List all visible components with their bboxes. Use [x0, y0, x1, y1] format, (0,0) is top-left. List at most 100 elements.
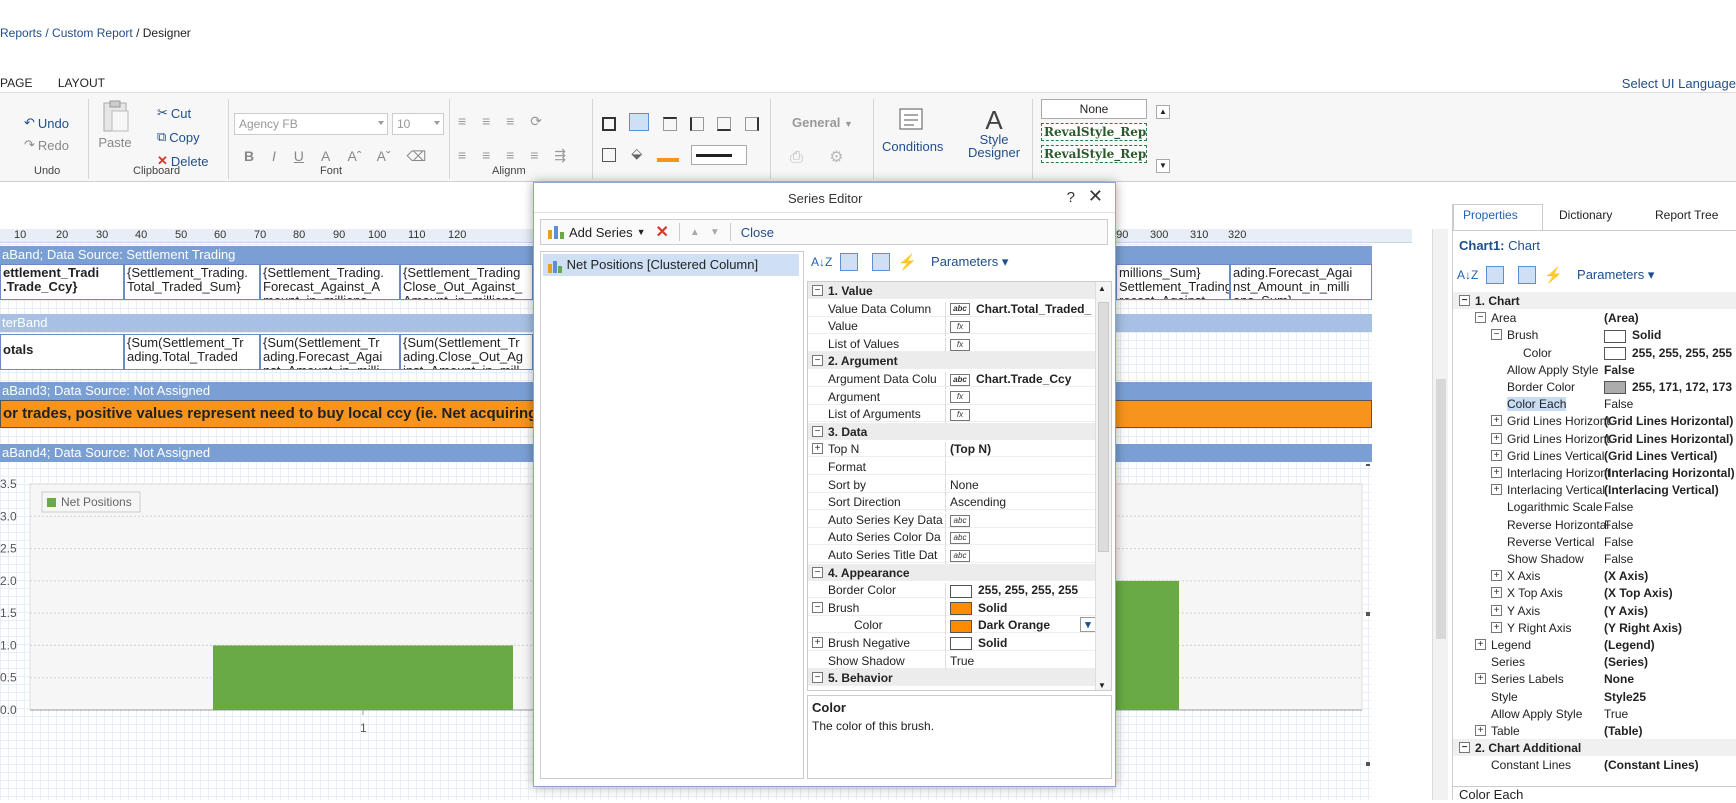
property-value[interactable]: fx [945, 319, 976, 337]
cell-sum-forecast[interactable]: {Sum(Settlement_Tr ading.Forecast_Agai n… [260, 334, 400, 370]
font-name-select[interactable]: Agency FB [234, 113, 388, 135]
property-value[interactable]: Solid [945, 600, 1007, 618]
wrap-icon[interactable]: ⇶ [554, 147, 566, 163]
style-gallery-item[interactable]: RevalStyle_Repo [1041, 145, 1147, 163]
scrollbar-thumb[interactable] [1098, 302, 1109, 552]
property-value[interactable]: abc [945, 548, 976, 565]
property-value[interactable]: fx [945, 407, 976, 425]
scroll-down-icon[interactable]: ▼ [1098, 681, 1106, 690]
property-row[interactable]: + Grid Lines Vertical (Grid Lines Vertical… [1453, 447, 1736, 464]
series-property-row[interactable]: −2. Argument [808, 352, 1098, 370]
property-row[interactable]: + Legend (Legend) [1453, 636, 1736, 653]
cell-total-traded[interactable]: {Settlement_Trading. Total_Traded_Sum} [124, 264, 260, 300]
series-property-row[interactable]: List of Arguments fx [808, 405, 1098, 425]
property-row[interactable]: + Interlacing Horizont (Interlacing Horizo… [1453, 464, 1736, 481]
property-value[interactable]: False [1604, 535, 1633, 549]
property-value[interactable]: (Grid Lines Horizontal) [1604, 414, 1733, 428]
expand-icon[interactable]: + [1491, 604, 1502, 616]
property-value[interactable]: (Legend) [1604, 638, 1655, 652]
property-row[interactable]: + Interlacing Vertical (Interlacing Vertic… [1453, 481, 1736, 498]
shrink-font-icon[interactable]: Aˇ [377, 148, 391, 164]
cell-forecast[interactable]: {Settlement_Trading. Forecast_Against_A … [260, 264, 400, 300]
copy-button[interactable]: ⧉ Copy [157, 129, 200, 145]
property-value[interactable]: fx [945, 389, 976, 407]
tab-layout[interactable]: LAYOUT [58, 76, 105, 90]
property-value[interactable]: (Series) [1604, 655, 1648, 669]
property-row[interactable]: + Table (Table) [1453, 722, 1736, 739]
property-row[interactable]: −2. Chart Additional [1453, 739, 1736, 757]
cell-sum-close-out[interactable]: {Sum(Settlement_Tr ading.Close_Out_Ag in… [400, 334, 533, 370]
expand-icon[interactable]: + [1491, 621, 1502, 633]
collapse-icon[interactable]: − [812, 285, 823, 296]
justify-icon[interactable]: ≡ [530, 147, 538, 163]
expand-icon[interactable]: + [812, 443, 823, 455]
property-row[interactable]: + Grid Lines Horizont (Grid Lines Horizont… [1453, 430, 1736, 447]
series-property-row[interactable]: Border Color 255, 255, 255, 255 [808, 581, 1098, 601]
fill-color-icon[interactable]: ⬙ [631, 145, 642, 161]
align-middle-icon[interactable]: ≡ [482, 113, 490, 129]
property-value[interactable]: Ascending [945, 495, 1006, 513]
remove-series-icon[interactable]: ✕ [656, 222, 669, 242]
align-center-icon[interactable]: ≡ [482, 147, 490, 163]
cell-totals-label[interactable]: otals [0, 334, 124, 370]
redo-button[interactable]: ↷ Redo [24, 137, 69, 153]
expand-icon[interactable]: + [1475, 639, 1486, 650]
property-value[interactable]: Dark Orange ▾ [945, 617, 1096, 636]
property-value[interactable]: (Y Axis) [1604, 604, 1648, 618]
property-value[interactable]: Style25 [1604, 690, 1646, 704]
collapse-icon[interactable]: − [812, 601, 823, 613]
undo-button[interactable]: ↶ Undo [24, 115, 69, 131]
format-settings-icon[interactable]: ⚙ [829, 149, 843, 166]
property-value[interactable]: False [1604, 552, 1633, 566]
breadcrumb-custom-report[interactable]: Custom Report [52, 26, 133, 40]
series-property-row[interactable]: −4. Appearance [808, 563, 1098, 581]
property-value[interactable]: None [1604, 672, 1634, 686]
property-value[interactable]: False [1604, 363, 1635, 377]
scroll-up-icon[interactable]: ▲ [1156, 105, 1170, 119]
property-value[interactable]: (Y Right Axis) [1604, 621, 1682, 635]
property-value[interactable]: (Interlacing Horizontal) [1604, 466, 1735, 480]
property-value[interactable]: abc Chart.Trade_Ccy [945, 372, 1071, 389]
series-property-row[interactable]: Value fx [808, 317, 1098, 337]
data-column-icon[interactable]: abc [950, 373, 970, 386]
format-select[interactable]: General ▼ [792, 115, 853, 130]
tab-properties[interactable]: Properties [1463, 208, 1518, 222]
move-up-icon[interactable]: ▲ [690, 227, 700, 238]
series-property-row[interactable]: Argument fx [808, 388, 1098, 407]
rotate-icon[interactable]: ⟳ [530, 113, 542, 129]
data-column-icon[interactable]: abc [950, 532, 970, 545]
add-series-button[interactable]: Add Series ▼ [547, 224, 646, 240]
scroll-up-icon[interactable]: ▲ [1098, 284, 1106, 293]
property-value[interactable]: None [945, 477, 979, 495]
series-property-row[interactable]: Argument Data Colu abc Chart.Trade_Ccy [808, 370, 1098, 389]
property-row[interactable]: Allow Apply Style True [1453, 705, 1736, 722]
border-none-icon[interactable] [602, 148, 616, 162]
property-row[interactable]: + Y Right Axis (Y Right Axis) [1453, 619, 1736, 636]
expand-icon[interactable]: + [1491, 484, 1502, 496]
border-right-icon[interactable] [744, 117, 759, 131]
collapse-icon[interactable]: − [812, 566, 823, 578]
help-icon[interactable]: ? [1067, 189, 1075, 206]
collapse-icon[interactable]: − [812, 355, 823, 367]
font-size-select[interactable]: 10 [392, 113, 444, 135]
series-property-row[interactable]: Auto Series Key Data abc [808, 511, 1098, 530]
property-value[interactable]: (Grid Lines Horizontal) [1604, 432, 1733, 446]
move-down-icon[interactable]: ▼ [710, 227, 720, 238]
expression-icon[interactable]: fx [950, 391, 970, 404]
property-row[interactable]: Color 255, 255, 255, 255 [1453, 344, 1736, 361]
property-row[interactable]: Logarithmic Scale False [1453, 498, 1736, 515]
expand-icon[interactable]: + [1491, 467, 1502, 478]
property-value[interactable]: False [1604, 500, 1633, 514]
property-row[interactable]: Show Shadow False [1453, 550, 1736, 567]
categorized-icon[interactable] [840, 253, 859, 271]
expand-icon[interactable]: + [1491, 570, 1502, 582]
expand-icon[interactable]: + [1491, 587, 1502, 599]
property-row[interactable]: + X Top Axis (X Top Axis) [1453, 584, 1736, 601]
series-property-row[interactable]: + Brush Negative Solid [808, 634, 1098, 653]
underline-icon[interactable]: U [294, 148, 304, 164]
border-bottom-icon[interactable] [717, 117, 732, 131]
property-row[interactable]: − Brush Solid [1453, 326, 1736, 343]
property-row[interactable]: + Grid Lines Horizont (Grid Lines Horizont… [1453, 412, 1736, 429]
categorized-icon[interactable] [1486, 266, 1505, 284]
property-value[interactable]: (Constant Lines) [1604, 758, 1699, 772]
